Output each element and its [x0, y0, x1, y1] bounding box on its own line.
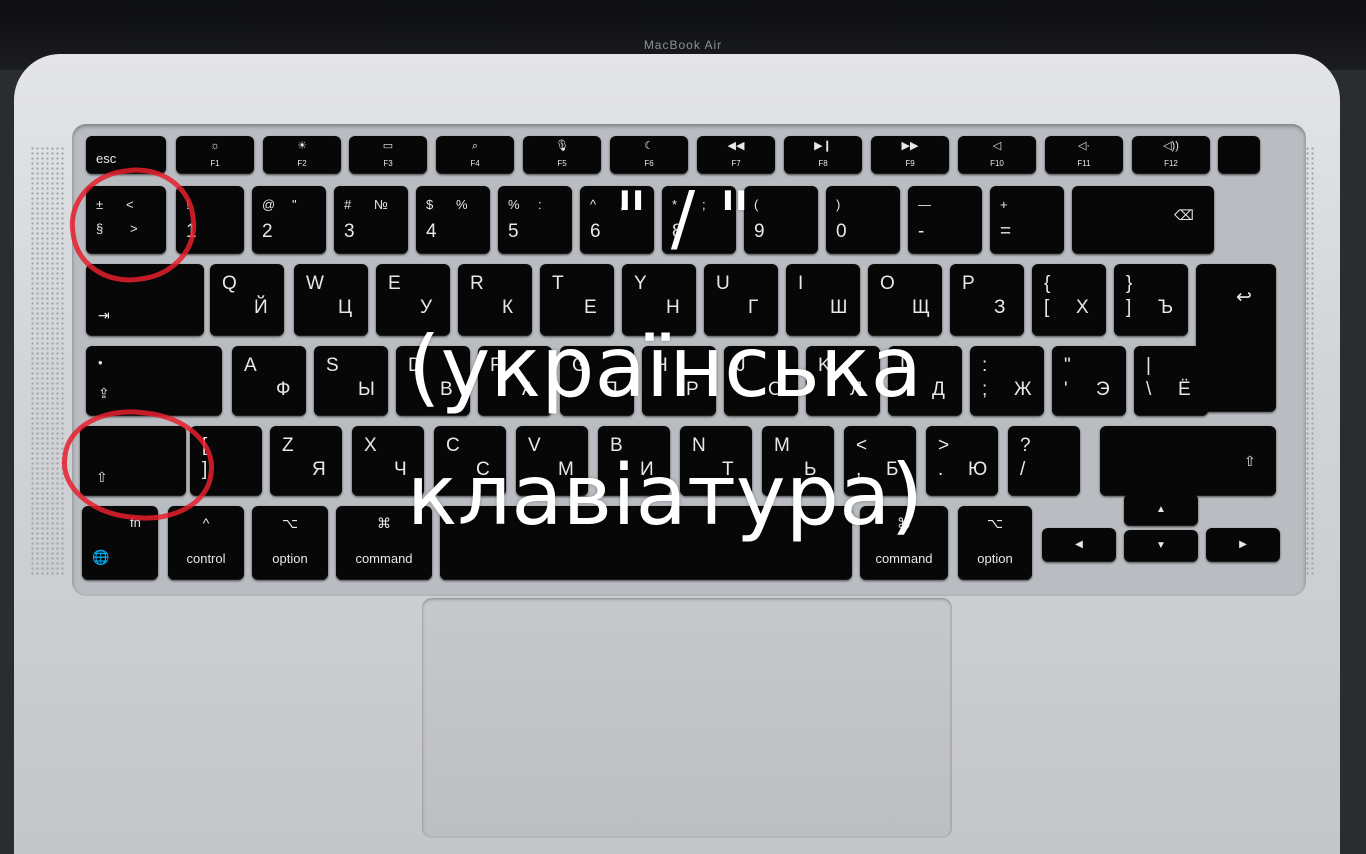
- key-icon: ⌕: [471, 140, 479, 152]
- function-key-12[interactable]: ◁)) F12: [1132, 136, 1210, 174]
- key-icon: ☼: [209, 140, 221, 152]
- function-key-9[interactable]: ▶▶ F9: [871, 136, 949, 174]
- lid-brand-label: MacBook Air: [643, 38, 723, 52]
- key-cyrillic-label: Н: [666, 297, 680, 318]
- key-cyrillic-label: З: [994, 297, 1006, 318]
- key-icon: ☀: [297, 140, 307, 152]
- key-bracket-label: ]: [1126, 297, 1132, 318]
- key-latin-label: U: [716, 273, 730, 294]
- key-modifier-label: command: [875, 551, 933, 566]
- key-latin-label: }: [1126, 273, 1133, 294]
- key-cyrillic-label: Ц: [338, 297, 353, 318]
- key-sublabel: F10: [990, 159, 1004, 168]
- key-latin-label: E: [388, 273, 401, 294]
- function-key-10[interactable]: ◁ F10: [958, 136, 1036, 174]
- globe-icon: 🌐: [92, 549, 110, 565]
- key-latin-label: Q: [222, 273, 237, 294]
- key-cyrillic-label: Ш: [830, 297, 848, 318]
- key-latin-label: W: [306, 273, 324, 294]
- overlay-keyboard-line: клавіатура): [406, 446, 924, 544]
- key-cyrillic-label: К: [502, 297, 514, 318]
- key-latin-label: T: [552, 273, 564, 294]
- key-latin-label: O: [880, 273, 895, 294]
- key-sublabel: F6: [644, 159, 654, 168]
- function-key-4[interactable]: ⌕ F4: [436, 136, 514, 174]
- key-icon: ▶▶: [901, 140, 919, 152]
- key-icon: ◁: [992, 140, 1002, 152]
- key-latin-label: R: [470, 273, 484, 294]
- key-modifier-label: option: [272, 551, 308, 566]
- function-key-2[interactable]: ☀ F2: [263, 136, 341, 174]
- function-key-7[interactable]: ◀◀ F7: [697, 136, 775, 174]
- key-icon: ▭: [382, 140, 394, 152]
- key-label: esc: [96, 151, 117, 166]
- key-latin-label: I: [798, 273, 804, 294]
- key-sublabel: F3: [383, 159, 393, 168]
- overlay-ukrainian-line: (українська: [407, 318, 923, 416]
- key-latin-label: {: [1044, 273, 1051, 294]
- function-key-11[interactable]: ◁· F11: [1045, 136, 1123, 174]
- key-icon: ☾: [644, 140, 654, 152]
- key-cyrillic-label: Ъ: [1158, 297, 1174, 318]
- function-key-3[interactable]: ▭ F3: [349, 136, 427, 174]
- key-cyrillic-label: Е: [584, 297, 597, 318]
- key-latin-label: P: [962, 273, 975, 294]
- key-sublabel: F1: [210, 159, 220, 168]
- key-sublabel: F2: [297, 159, 307, 168]
- function-key-6[interactable]: ☾ F6: [610, 136, 688, 174]
- key-icon: ▶❙: [814, 140, 832, 152]
- key-cyrillic-label: Й: [254, 297, 268, 318]
- key-sublabel: F8: [818, 159, 828, 168]
- key-cyrillic-label: У: [420, 297, 433, 318]
- trackpad[interactable]: [422, 598, 952, 838]
- function-key-13[interactable]: [1218, 136, 1260, 174]
- key-icon: 🎙: [555, 140, 569, 152]
- key-sublabel: F4: [470, 159, 480, 168]
- key-modifier-label: command: [355, 551, 413, 566]
- function-key-1[interactable]: ☼ F1: [176, 136, 254, 174]
- key-modifier-label: control: [186, 551, 226, 566]
- overlay-quote-slash: " / ": [614, 176, 752, 260]
- key-latin-label: Y: [634, 273, 647, 294]
- key-sublabel: F7: [731, 159, 741, 168]
- key-sublabel: F5: [557, 159, 567, 168]
- key-icon: ◁)): [1163, 140, 1179, 152]
- key-sublabel: F12: [1164, 159, 1178, 168]
- key-cyrillic-label: Щ: [912, 297, 930, 318]
- key-return-icon: ↩: [1236, 287, 1252, 308]
- function-key-5[interactable]: 🎙 F5: [523, 136, 601, 174]
- key-icon: ◀◀: [727, 140, 745, 152]
- key-sublabel: F11: [1077, 159, 1091, 168]
- key-modifier-label: option: [977, 551, 1013, 566]
- key-sublabel: F9: [905, 159, 915, 168]
- key-cyrillic-label: Х: [1076, 297, 1089, 318]
- key-icon: ◁·: [1077, 140, 1091, 152]
- key-bracket-label: [: [1044, 297, 1050, 318]
- key-cyrillic-label: Г: [748, 297, 759, 318]
- function-key-8[interactable]: ▶❙ F8: [784, 136, 862, 174]
